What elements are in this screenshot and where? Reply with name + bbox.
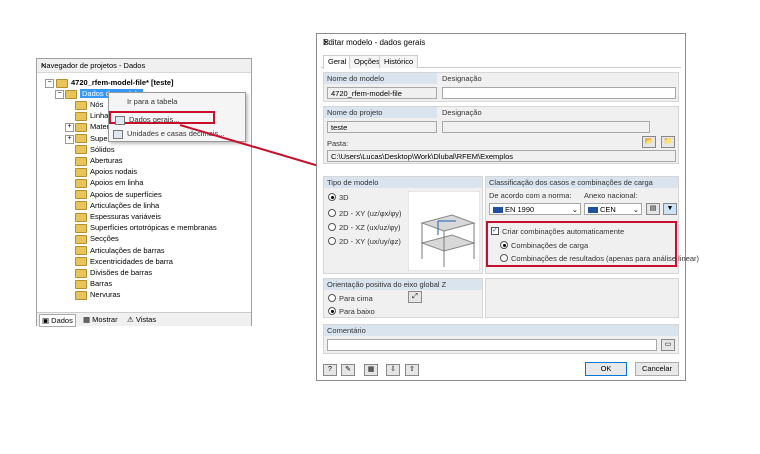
units-icon[interactable]: ▦: [364, 364, 378, 376]
z-up-radio[interactable]: [328, 294, 336, 302]
dialog-tabs: Geral Opções Histórico: [321, 54, 681, 69]
chevron-down-icon: ⌄: [632, 205, 639, 214]
standard-settings-icon[interactable]: ▤: [646, 203, 660, 215]
filter-icon[interactable]: ▼: [663, 203, 677, 215]
model-type-2d-xy2-label: 2D - XY (ux/uy/φz): [339, 237, 401, 246]
help-icon[interactable]: ?: [323, 364, 337, 376]
model-type-header: Tipo de modelo: [324, 177, 482, 188]
standard-label: De acordo com a norma:: [489, 191, 572, 200]
model-type-3d-label: 3D: [339, 193, 349, 202]
tab-general[interactable]: Geral: [323, 55, 352, 69]
folder-path-field[interactable]: C:\Users\Lucas\Desktop\Work\Dlubal\RFEM\…: [327, 150, 676, 162]
auto-combinations-checkbox[interactable]: ✓: [491, 227, 499, 235]
annex-label: Anexo nacional:: [584, 191, 638, 200]
model-name-field[interactable]: 4720_rfem-model-file: [327, 87, 437, 99]
load-combinations-label: Combinações de carga: [511, 241, 589, 250]
model-type-2d-xz-label: 2D - XZ (ux/uz/φy): [339, 223, 401, 232]
standard-select[interactable]: EN 1990 ⌄: [489, 203, 581, 215]
chevron-down-icon: ⌄: [571, 205, 578, 214]
empty-group: [485, 278, 679, 318]
model-type-group: Tipo de modelo 3D 2D - XY (uz/φx/φy) 2D …: [323, 176, 483, 274]
new-project-icon[interactable]: 📁: [661, 136, 675, 148]
designation-label: Designação: [442, 74, 482, 83]
project-name-header: Nome do projeto: [324, 107, 437, 118]
load-combinations-radio[interactable]: [500, 241, 508, 249]
cancel-button[interactable]: Cancelar: [635, 362, 679, 376]
model-type-preview: [408, 191, 480, 271]
z-orientation-group: Orientação positiva do eixo global Z Par…: [323, 278, 483, 318]
ok-button[interactable]: OK: [585, 362, 627, 376]
tab-history[interactable]: Histórico: [379, 55, 419, 68]
model-name-group: Nome do modelo Designação 4720_rfem-mode…: [323, 72, 679, 102]
comment-field[interactable]: [327, 339, 657, 351]
model-type-2d-xz-radio[interactable]: [328, 223, 336, 231]
model-type-2d-xy-label: 2D - XY (uz/φx/φy): [339, 209, 402, 218]
result-combinations-label: Combinações de resultados (apenas para a…: [511, 254, 700, 263]
model-name-header: Nome do modelo: [324, 73, 437, 84]
comment-library-icon[interactable]: ▭: [661, 339, 675, 351]
eu-flag-icon: [493, 207, 503, 214]
model-type-3d-radio[interactable]: [328, 193, 336, 201]
z-axis-icon: ⤢: [408, 291, 422, 303]
model-designation-field[interactable]: [442, 87, 676, 99]
auto-combinations-label: Criar combinações automaticamente: [502, 227, 625, 236]
project-designation-label: Designação: [442, 108, 482, 117]
comment-header: Comentário: [324, 325, 678, 336]
edit-icon[interactable]: ✎: [341, 364, 355, 376]
model-type-2d-xy-radio[interactable]: [328, 209, 336, 217]
dialog-close-icon[interactable]: ✕: [323, 38, 677, 47]
project-folder-icon[interactable]: 📂: [642, 136, 656, 148]
classification-header: Classificação dos casos e combinações de…: [486, 177, 678, 188]
import-icon[interactable]: ⇧: [405, 364, 419, 376]
export-icon[interactable]: ⇩: [386, 364, 400, 376]
project-designation-field[interactable]: [442, 121, 650, 133]
result-combinations-radio[interactable]: [500, 254, 508, 262]
project-name-field[interactable]: teste: [327, 121, 437, 133]
model-type-2d-xy2-radio[interactable]: [328, 237, 336, 245]
annex-select[interactable]: CEN ⌄: [584, 203, 642, 215]
eu-flag-icon: [588, 207, 598, 214]
z-orientation-header: Orientação positiva do eixo global Z: [324, 279, 482, 290]
z-down-radio[interactable]: [328, 307, 336, 315]
folder-label: Pasta:: [327, 139, 349, 148]
z-down-label: Para baixo: [339, 307, 375, 316]
comment-group: Comentário ▭: [323, 324, 679, 354]
edit-model-dialog: Editar modelo - dados gerais ✕ Geral Opç…: [316, 33, 699, 381]
dialog-title-bar: Editar modelo - dados gerais ✕: [317, 34, 685, 52]
auto-combinations-box: ✓ Criar combinações automaticamente Comb…: [486, 221, 699, 267]
project-group: Nome do projeto Designação teste 📂 📁 Pas…: [323, 106, 679, 164]
z-up-label: Para cima: [339, 294, 373, 303]
